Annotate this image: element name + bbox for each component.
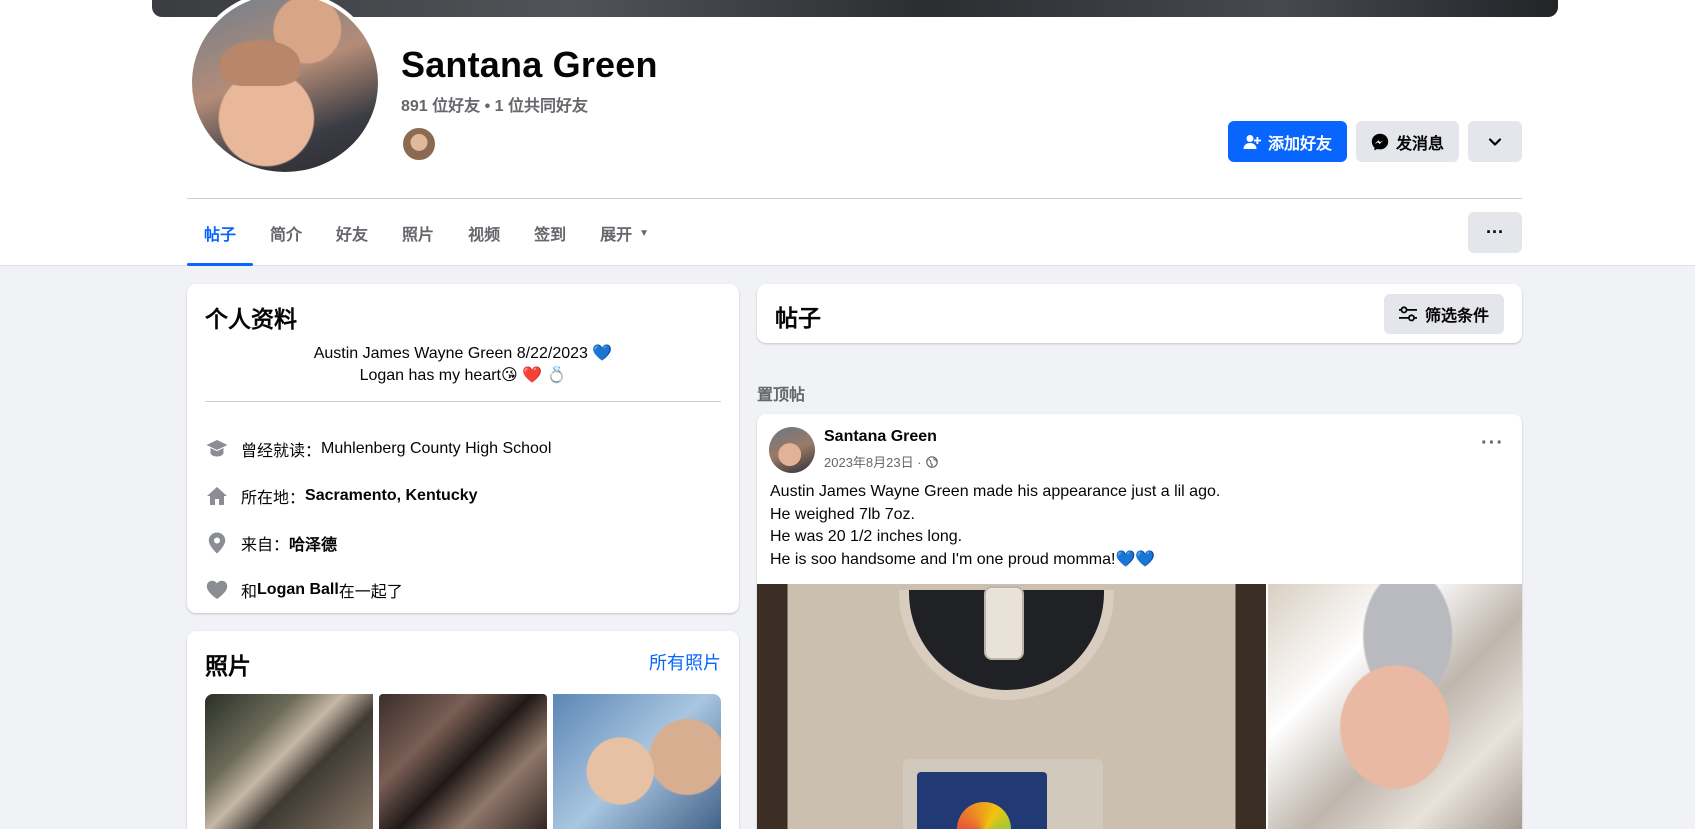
- post-author-avatar[interactable]: [769, 427, 815, 473]
- profile-tabs: 帖子 简介 好友 照片 视频 签到 展开 ▼: [187, 200, 666, 266]
- caret-down-icon: ▼: [639, 227, 650, 239]
- heart-icon: [205, 578, 229, 602]
- location-value[interactable]: Sacramento, Kentucky: [305, 487, 478, 505]
- sliders-icon: [1398, 306, 1417, 322]
- add-friend-label: 添加好友: [1267, 135, 1332, 153]
- pinned-label: 置顶帖: [757, 387, 806, 404]
- photos-title: 照片: [205, 653, 251, 679]
- tab-posts[interactable]: 帖子: [187, 200, 254, 266]
- post-date[interactable]: 2023年8月23日 ·: [824, 452, 922, 471]
- filter-button[interactable]: 筛选条件: [1384, 294, 1504, 334]
- home-icon: [205, 484, 229, 508]
- photo-detail: [984, 586, 1024, 660]
- post-text-line: He is soo handsome and I'm one proud mom…: [770, 550, 1156, 568]
- cover-photo[interactable]: [152, 0, 1558, 17]
- from-prefix: 来自：: [241, 537, 290, 554]
- all-photos-link[interactable]: 所有照片: [649, 649, 721, 675]
- pinned-post: Santana Green 2023年8月23日 · ··· Austin Ja…: [757, 414, 1522, 829]
- intro-title: 个人资料: [205, 306, 297, 332]
- photo-thumbnail[interactable]: [205, 694, 373, 829]
- posts-title: 帖子: [775, 305, 821, 331]
- post-photo-baby[interactable]: [1268, 584, 1522, 829]
- person-plus-icon: [1243, 134, 1261, 149]
- graduation-cap-icon: [205, 437, 229, 461]
- post-meta: 2023年8月23日 ·: [824, 452, 938, 471]
- hometown-value[interactable]: 哈泽德: [289, 531, 337, 555]
- info-relationship: 和 Logan Ball 在一起了: [205, 578, 403, 602]
- tab-label: 好友: [336, 227, 369, 244]
- map-pin-icon: [205, 531, 229, 555]
- info-school: 曾经就读： Muhlenberg County High School: [205, 437, 551, 461]
- relationship-suffix: 在一起了: [338, 584, 403, 601]
- mutual-friend-avatar[interactable]: [401, 126, 437, 162]
- photo-thumbnail[interactable]: [379, 694, 547, 829]
- location-prefix: 所在地：: [241, 490, 306, 507]
- info-hometown: 来自： 哈泽德: [205, 531, 337, 555]
- friends-count[interactable]: 891 位好友 • 1 位共同好友: [401, 92, 588, 116]
- photos-card: 照片 所有照片: [187, 631, 739, 829]
- tab-photos[interactable]: 照片: [385, 200, 451, 266]
- bio-line: Austin James Wayne Green 8/22/2023 💙: [313, 345, 613, 362]
- filter-label: 筛选条件: [1424, 308, 1489, 325]
- bio-divider: [205, 401, 721, 402]
- posts-header-card: 帖子 筛选条件: [757, 284, 1522, 343]
- tab-label: 视频: [468, 227, 501, 244]
- bio-line: Logan has my heart😘 ❤️ 💍: [359, 367, 567, 384]
- avatar-detail: [220, 40, 300, 86]
- partner-name[interactable]: Logan Ball: [257, 581, 339, 599]
- post-text-line: Austin James Wayne Green made his appear…: [770, 483, 1221, 500]
- post-photo-warmer[interactable]: [757, 584, 1266, 829]
- tab-more[interactable]: 展开 ▼: [583, 200, 666, 266]
- tab-checkins[interactable]: 签到: [517, 200, 583, 266]
- post-text-line: He weighed 7lb 7oz.: [770, 505, 915, 523]
- tab-videos[interactable]: 视频: [451, 200, 517, 266]
- tabs-overflow-button[interactable]: ···: [1468, 212, 1522, 253]
- intro-card: 个人资料 Austin James Wayne Green 8/22/2023 …: [187, 284, 739, 613]
- more-actions-button[interactable]: [1468, 121, 1522, 162]
- message-label: 发消息: [1395, 135, 1444, 153]
- school-name[interactable]: Muhlenberg County High School: [321, 440, 551, 458]
- post-body: Austin James Wayne Green made his appear…: [770, 481, 1220, 571]
- tab-label: 展开: [600, 227, 633, 244]
- message-button[interactable]: 发消息: [1356, 121, 1459, 162]
- chevron-down-icon: [1488, 137, 1502, 146]
- messenger-icon: [1371, 133, 1389, 150]
- bio: Austin James Wayne Green 8/22/2023 💙 Log…: [205, 343, 721, 387]
- profile-name: Santana Green: [401, 44, 658, 85]
- school-prefix: 曾经就读：: [241, 443, 322, 460]
- post-author-name[interactable]: Santana Green: [824, 428, 937, 446]
- info-location: 所在地： Sacramento, Kentucky: [205, 484, 478, 508]
- relationship-prefix: 和: [241, 584, 258, 601]
- tab-label: 照片: [402, 227, 435, 244]
- ellipsis-icon: ···: [1486, 222, 1504, 242]
- post-options-button[interactable]: ···: [1481, 432, 1504, 455]
- header-divider: [187, 198, 1522, 199]
- photo-thumbnail[interactable]: [553, 694, 721, 829]
- post-text-line: He was 20 1/2 inches long.: [770, 528, 963, 545]
- tab-friends[interactable]: 好友: [319, 200, 385, 266]
- add-friend-button[interactable]: 添加好友: [1228, 121, 1347, 162]
- tab-about[interactable]: 简介: [253, 200, 319, 266]
- tab-label: 简介: [270, 227, 303, 244]
- tab-label: 签到: [534, 227, 567, 244]
- tab-label: 帖子: [204, 227, 237, 244]
- globe-icon: [925, 455, 938, 468]
